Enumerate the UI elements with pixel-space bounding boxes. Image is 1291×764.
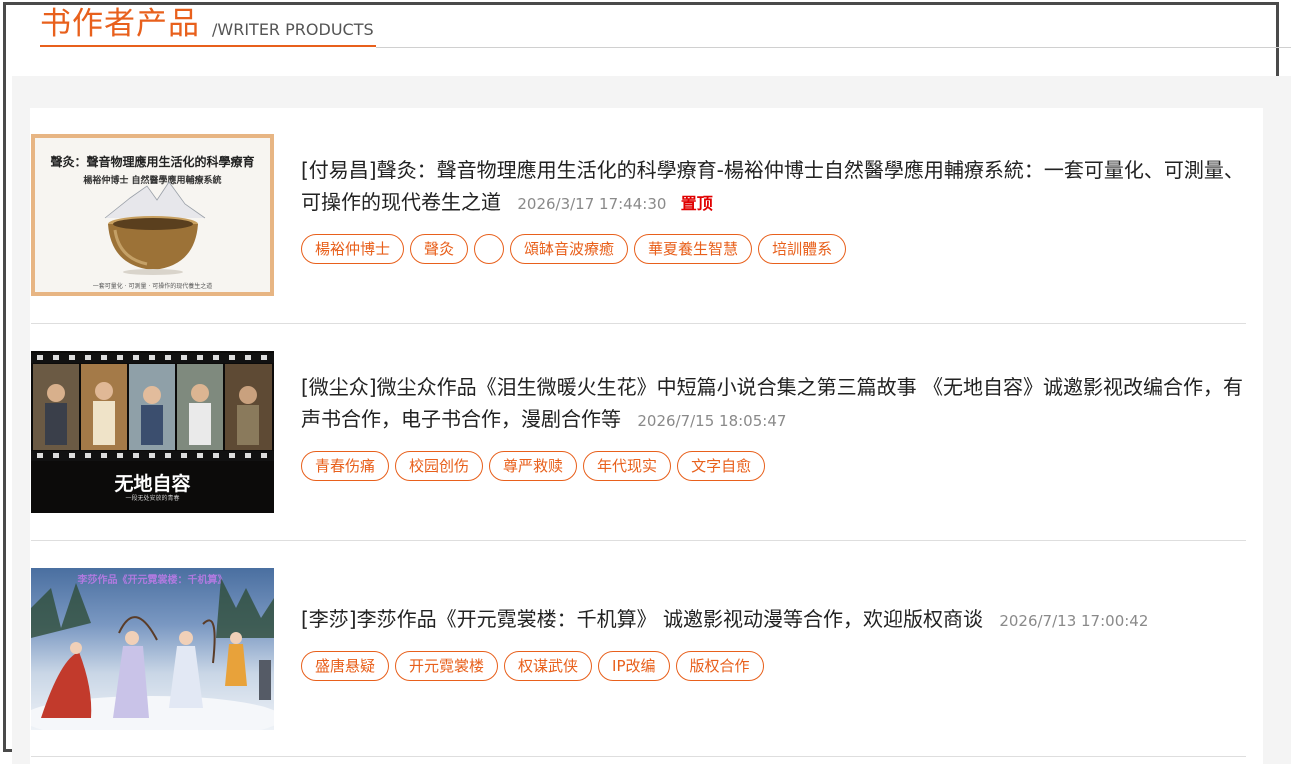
product-cover-image[interactable]: 聲灸：聲音物理應用生活化的科學療育 楊裕仲博士 自然醫學應用輔療系統 一套可量化… (31, 134, 274, 296)
list-item: 无地自容 一段无处安放的青春 [微尘众]微尘众作品《泪生微暖火生花》中短篇小说合… (30, 351, 1263, 541)
item-body: [李莎]李莎作品《开元霓裳楼：千机算》 诚邀影视动漫等合作，欢迎版权商谈 202… (301, 603, 1251, 681)
tag-empty[interactable] (474, 234, 505, 264)
item-title: 聲灸：聲音物理應用生活化的科學療育-楊裕仲博士自然醫學應用輔療系統：一套可量化、… (301, 158, 1244, 214)
product-list: 聲灸：聲音物理應用生活化的科學療育 楊裕仲博士 自然醫學應用輔療系統 一套可量化… (30, 108, 1263, 764)
tag[interactable]: 楊裕仲博士 (301, 234, 405, 264)
item-headline: [付易昌]聲灸：聲音物理應用生活化的科學療育-楊裕仲博士自然醫學應用輔療系統：一… (301, 154, 1251, 220)
cover-tagline: 一套可量化 · 可測量 · 可操作的现代養生之道 (92, 283, 213, 290)
tag-list: 楊裕仲博士 聲灸 頌缽音波療癒 華夏養生智慧 培訓體系 (301, 234, 1251, 264)
item-date: 2026/7/13 17:00:42 (999, 612, 1149, 630)
tag[interactable]: 尊严救赎 (489, 451, 578, 481)
item-body: [微尘众]微尘众作品《泪生微暖火生花》中短篇小说合集之第三篇故事 《无地自容》诚… (301, 371, 1251, 481)
item-title: 李莎作品《开元霓裳楼：千机算》 诚邀影视动漫等合作，欢迎版权商谈 (356, 607, 983, 631)
pinned-badge: 置顶 (680, 194, 713, 213)
tag-list: 青春伤痛 校园创伤 尊严救赎 年代现实 文字自愈 (301, 451, 1251, 481)
item-body: [付易昌]聲灸：聲音物理應用生活化的科學療育-楊裕仲博士自然醫學應用輔療系統：一… (301, 154, 1251, 264)
tag[interactable]: 年代现实 (583, 451, 672, 481)
item-date: 2026/7/15 18:05:47 (637, 412, 787, 430)
tag[interactable]: 文字自愈 (677, 451, 766, 481)
grey-gutter-right (1263, 108, 1291, 764)
tag[interactable]: IP改编 (598, 651, 670, 681)
item-divider (31, 323, 1246, 324)
tag[interactable]: 盛唐悬疑 (301, 651, 390, 681)
item-divider (31, 540, 1246, 541)
list-item: 李莎作品《开元霓裳楼：千机算》 [李莎]李莎作品《开元霓裳楼：千机算》 诚邀影视… (30, 568, 1263, 764)
grey-band (12, 76, 1291, 108)
item-date: 2026/3/17 17:44:30 (517, 195, 667, 213)
item-author: [李莎] (301, 607, 357, 631)
tag[interactable]: 聲灸 (410, 234, 469, 264)
tag[interactable]: 版权合作 (675, 651, 764, 681)
item-headline: [微尘众]微尘众作品《泪生微暖火生花》中短篇小说合集之第三篇故事 《无地自容》诚… (301, 371, 1251, 437)
item-author: [付易昌] (301, 158, 377, 182)
item-author: [微尘众] (301, 375, 377, 399)
tag-list: 盛唐悬疑 开元霓裳楼 权谋武侠 IP改编 版权合作 (301, 651, 1251, 681)
header-divider (376, 47, 1291, 48)
grey-gutter-left (12, 108, 30, 764)
tag[interactable]: 華夏養生智慧 (634, 234, 753, 264)
item-divider (31, 756, 1246, 757)
list-item: 聲灸：聲音物理應用生活化的科學療育 楊裕仲博士 自然醫學應用輔療系統 一套可量化… (30, 134, 1263, 324)
wuxia-scene-illustration (31, 578, 274, 730)
product-cover-image[interactable]: 李莎作品《开元霓裳楼：千机算》 (31, 568, 274, 730)
item-headline: [李莎]李莎作品《开元霓裳楼：千机算》 诚邀影视动漫等合作，欢迎版权商谈 202… (301, 603, 1251, 637)
section-title: 书作者产品 (40, 6, 200, 42)
title-accent-underline (40, 45, 376, 47)
tag[interactable]: 权谋武侠 (504, 651, 593, 681)
tag[interactable]: 校园创伤 (395, 451, 484, 481)
cover-subtitle: 一段无处安放的青春 (125, 495, 180, 502)
product-cover-image[interactable]: 无地自容 一段无处安放的青春 (31, 351, 274, 513)
tag[interactable]: 培訓體系 (758, 234, 847, 264)
cover-title: 无地自容 (114, 473, 191, 495)
tag[interactable]: 頌缽音波療癒 (510, 234, 629, 264)
item-title-link[interactable]: [付易昌]聲灸：聲音物理應用生活化的科學療育-楊裕仲博士自然醫學應用輔療系統：一… (301, 158, 1244, 214)
singing-bowl-illustration (104, 181, 206, 275)
tag[interactable]: 青春伤痛 (301, 451, 390, 481)
tag[interactable]: 开元霓裳楼 (395, 651, 499, 681)
section-subtitle: /WRITER PRODUCTS (212, 20, 374, 39)
cover-panel: 聲灸：聲音物理應用生活化的科學療育 楊裕仲博士 自然醫學應用輔療系統 一套可量化… (35, 138, 270, 292)
item-title-link[interactable]: [李莎]李莎作品《开元霓裳楼：千机算》 诚邀影视动漫等合作，欢迎版权商谈 (301, 607, 989, 631)
